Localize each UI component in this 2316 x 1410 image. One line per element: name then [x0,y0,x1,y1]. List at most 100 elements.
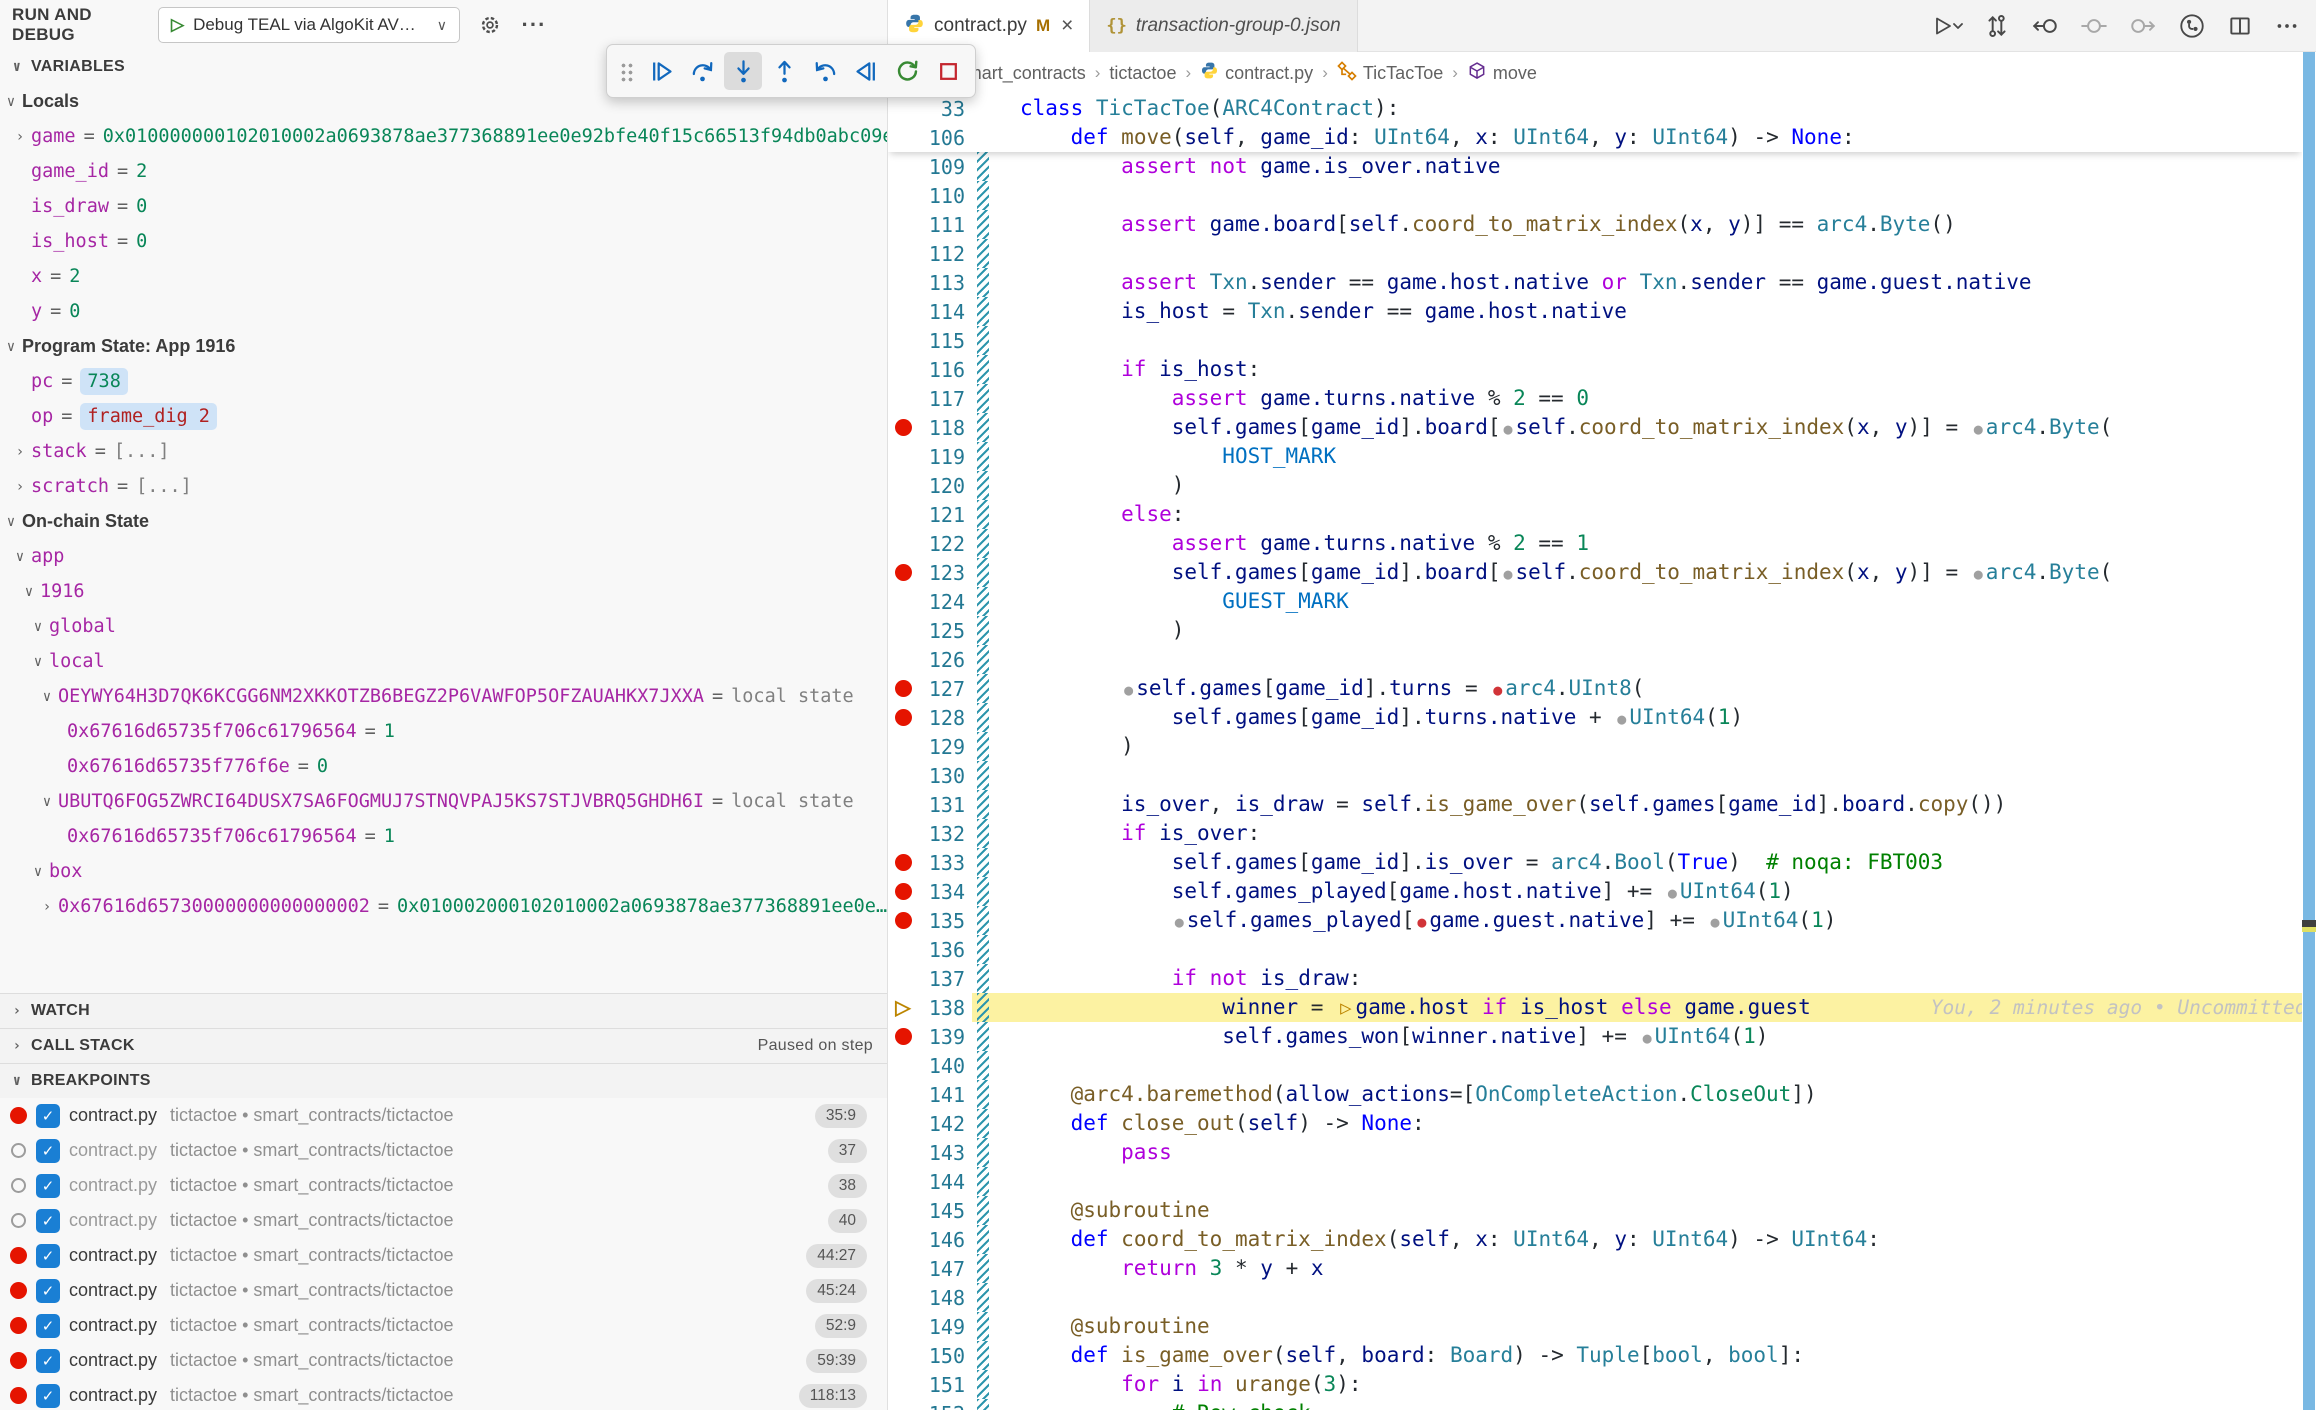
tree-variable-row[interactable]: 0x67616d65735f706c61796564=1 [0,819,887,854]
code-line[interactable]: 126 [888,645,2302,674]
code-line[interactable]: 116 if is_host: [888,355,2302,384]
breakpoint-gutter[interactable] [888,123,918,152]
code-line[interactable]: 143 pass [888,1138,2302,1167]
chevron-down-icon[interactable]: ∨ [31,619,45,635]
chevron-down-icon[interactable]: ∨ [4,339,18,355]
more-actions-icon[interactable]: ··· [520,11,548,39]
breakpoint-gutter[interactable] [888,1109,918,1138]
breakpoint-gutter[interactable] [888,471,918,500]
code-line[interactable]: 130 [888,761,2302,790]
step-out-button[interactable] [765,52,803,90]
code-line[interactable]: 124 GUEST_MARK [888,587,2302,616]
breadcrumb-item-contract-py[interactable]: contract.py [1200,61,1313,85]
chevron-down-icon[interactable]: ∨ [40,794,54,810]
code-line[interactable]: 132 if is_over: [888,819,2302,848]
tree-section-row[interactable]: ∨Program State: App 1916 [0,329,887,364]
tree-variable-row[interactable]: ∨app [0,539,887,574]
debug-config-dropdown[interactable]: ▷ Debug TEAL via AlgoKit AVM Debugger (t… [158,7,460,43]
tree-variable-row[interactable]: ∨box [0,854,887,889]
breakpoint-gutter[interactable] [888,500,918,529]
run-icon[interactable] [1933,13,1963,39]
breakpoint-gutter[interactable] [888,558,918,587]
tree-variable-row[interactable]: y=0 [0,294,887,329]
chevron-down-icon[interactable]: ∨ [4,94,18,110]
tree-variable-row[interactable]: x=2 [0,259,887,294]
breakpoint-gutter[interactable] [888,181,918,210]
tree-variable-row[interactable]: game_id=2 [0,154,887,189]
code-line[interactable]: 112 [888,239,2302,268]
code-line[interactable]: 145 @subroutine [888,1196,2302,1225]
breadcrumb-item-smart-contracts[interactable]: smart_contracts [958,63,1086,84]
breakpoint-gutter[interactable] [888,645,918,674]
code-line[interactable]: 111 assert game.board[self.coord_to_matr… [888,210,2302,239]
breakpoint-gutter[interactable] [888,152,918,181]
breakpoint-gutter[interactable] [888,384,918,413]
breakpoint-gutter[interactable] [888,819,918,848]
breakpoint-checkbox[interactable]: ✓ [36,1209,60,1233]
breakpoint-checkbox[interactable]: ✓ [36,1174,60,1198]
breakpoint-icon[interactable] [895,912,912,929]
code-line[interactable]: 129 ) [888,732,2302,761]
code-line[interactable]: 146 def coord_to_matrix_index(self, x: U… [888,1225,2302,1254]
call-stack-section-header[interactable]: › CALL STACK Paused on step [0,1028,887,1063]
code-line[interactable]: 109 assert not game.is_over.native [888,152,2302,181]
breakpoint-gutter[interactable] [888,964,918,993]
breakpoint-icon[interactable] [895,854,912,871]
breakpoint-gutter[interactable] [888,1167,918,1196]
code-line[interactable]: 113 assert Txn.sender == game.host.nativ… [888,268,2302,297]
chevron-down-icon[interactable]: ∨ [31,654,45,670]
breadcrumb-item-move[interactable]: move [1467,61,1537,86]
breakpoint-gutter[interactable] [888,935,918,964]
breakpoint-checkbox[interactable]: ✓ [36,1349,60,1373]
code-line[interactable]: 133 self.games[game_id].is_over = arc4.B… [888,848,2302,877]
chevron-down-icon[interactable]: ∨ [22,584,36,600]
breakpoint-gutter[interactable] [888,413,918,442]
tree-variable-row[interactable]: ›scratch=[...] [0,469,887,504]
breakpoint-gutter[interactable] [888,674,918,703]
breakpoint-gutter[interactable] [888,1370,918,1399]
tree-variable-row[interactable]: ›game=0x010000000102010002a0693878ae3773… [0,119,887,154]
code-line[interactable]: 136 [888,935,2302,964]
code-line[interactable]: 119 HOST_MARK [888,442,2302,471]
breakpoint-gutter[interactable] [888,1080,918,1109]
breakpoint-gutter[interactable] [888,848,918,877]
breakpoint-checkbox[interactable]: ✓ [36,1384,60,1408]
code-line[interactable]: 125 ) [888,616,2302,645]
tree-variable-row[interactable]: ∨local [0,644,887,679]
breakpoint-checkbox[interactable]: ✓ [36,1314,60,1338]
breadcrumb-item-tictactoe[interactable]: tictactoe [1109,63,1176,84]
breakpoint-icon[interactable] [895,709,912,726]
chevron-down-icon[interactable]: ∨ [31,864,45,880]
code-line[interactable]: 114 is_host = Txn.sender == game.host.na… [888,297,2302,326]
breakpoint-gutter[interactable] [888,1138,918,1167]
code-line[interactable]: 141 @arc4.baremethod(allow_actions=[OnCo… [888,1080,2302,1109]
breakpoint-gutter[interactable] [888,326,918,355]
code-line[interactable]: 128 self.games[game_id].turns.native + ●… [888,703,2302,732]
tab-transaction-group-json[interactable]: {} transaction-group-0.json [1090,0,1357,52]
breadcrumb-item-tictactoe[interactable]: TicTacToe [1337,61,1443,86]
code-line[interactable]: 137 if not is_draw: [888,964,2302,993]
breakpoint-row[interactable]: ✓contract.pytictactoe • smart_contracts/… [0,1238,887,1273]
tree-variable-row[interactable]: ›stack=[...] [0,434,887,469]
tree-section-row[interactable]: ∨On-chain State [0,504,887,539]
breakpoint-gutter[interactable] [888,1283,918,1312]
breakpoint-gutter[interactable] [888,790,918,819]
tree-variable-row[interactable]: 0x67616d65735f706c61796564=1 [0,714,887,749]
breakpoint-row[interactable]: ✓contract.pytictactoe • smart_contracts/… [0,1308,887,1343]
code-line[interactable]: 118 self.games[game_id].board[●self.coor… [888,413,2302,442]
code-line[interactable]: 131 is_over, is_draw = self.is_game_over… [888,790,2302,819]
code-line[interactable]: 140 [888,1051,2302,1080]
breakpoint-row[interactable]: ✓contract.pytictactoe • smart_contracts/… [0,1343,887,1378]
code-line[interactable]: 123 self.games[game_id].board[●self.coor… [888,558,2302,587]
chevron-right-icon[interactable]: › [40,899,54,915]
breakpoint-gutter[interactable] [888,94,918,123]
breakpoint-gutter[interactable] [888,1341,918,1370]
code-line[interactable]: 122 assert game.turns.native % 2 == 1 [888,529,2302,558]
breakpoint-gutter[interactable] [888,529,918,558]
breakpoint-gutter[interactable] [888,297,918,326]
breakpoint-row[interactable]: ✓contract.pytictactoe • smart_contracts/… [0,1133,887,1168]
breakpoint-gutter[interactable] [888,1196,918,1225]
tree-variable-row[interactable]: is_host=0 [0,224,887,259]
code-line[interactable]: 148 [888,1283,2302,1312]
breakpoint-gutter[interactable] [888,355,918,384]
